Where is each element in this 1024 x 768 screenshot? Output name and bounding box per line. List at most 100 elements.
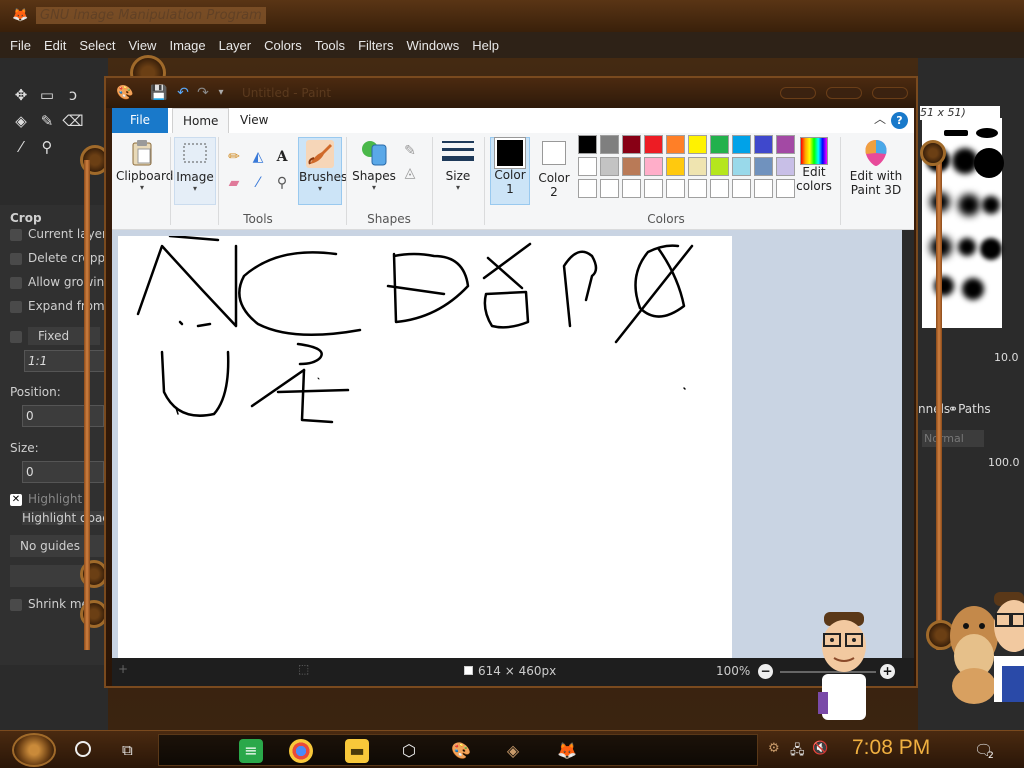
palette-swatch[interactable]	[754, 157, 773, 176]
checkmark-icon[interactable]: ✕	[10, 493, 22, 506]
palette-swatch[interactable]	[754, 179, 773, 198]
delete-cropped-option[interactable]: Delete croppe	[10, 251, 106, 265]
zoom-in-button[interactable]: +	[880, 664, 895, 679]
sheets-icon[interactable]: ≡	[239, 739, 263, 763]
clipboard-button[interactable]: Clipboard ▾	[116, 137, 173, 205]
color-picker-icon[interactable]: ⁄	[10, 136, 32, 158]
palette-swatch[interactable]	[732, 179, 751, 198]
fill-shape-icon[interactable]: ◬	[400, 163, 420, 183]
palette-swatch[interactable]	[688, 157, 707, 176]
start-button[interactable]	[12, 733, 56, 767]
gimp-menu-windows[interactable]: Windows	[406, 38, 459, 53]
app-icon[interactable]: ◈	[501, 739, 525, 763]
edit-with-paint3d-button[interactable]: Edit with Paint 3D	[846, 137, 906, 205]
palette-swatch[interactable]	[732, 135, 751, 154]
gimp-menu-help[interactable]: Help	[472, 38, 499, 53]
chrome-icon[interactable]	[289, 739, 313, 763]
brush-swatch[interactable]	[982, 196, 1000, 214]
palette-swatch[interactable]	[644, 179, 663, 198]
brush-swatch[interactable]	[980, 238, 1002, 260]
clock[interactable]: 7:08 PM	[852, 736, 930, 760]
magnifier-icon[interactable]: ⚲	[272, 173, 292, 193]
palette-swatch[interactable]	[622, 179, 641, 198]
paint-taskbar-icon[interactable]: 🎨	[449, 739, 473, 763]
channels-tab[interactable]: nnels	[918, 402, 950, 416]
guides-dropdown[interactable]: No guides	[10, 535, 106, 557]
close-button[interactable]	[872, 87, 908, 99]
palette-swatch[interactable]	[754, 135, 773, 154]
current-layer-option[interactable]: Current layer o	[10, 227, 106, 241]
rect-select-icon[interactable]: ▭	[36, 84, 58, 106]
gimp-menu-select[interactable]: Select	[79, 38, 115, 53]
palette-swatch[interactable]	[600, 135, 619, 154]
eraser-icon[interactable]: ▰	[224, 173, 244, 193]
shapes-button[interactable]: Shapes ▾	[352, 137, 396, 205]
tab-file[interactable]: File	[112, 108, 168, 133]
edit-colors-button[interactable]: Edit colors	[792, 137, 836, 205]
paths-tab[interactable]: ⚭Paths	[948, 402, 991, 416]
tab-home[interactable]: Home	[172, 108, 230, 133]
color-picker-icon[interactable]: ⁄	[248, 173, 268, 193]
checkbox[interactable]	[10, 300, 22, 313]
palette-swatch[interactable]	[710, 179, 729, 198]
image-button[interactable]: Image ▾	[174, 137, 216, 205]
palette-swatch[interactable]	[644, 135, 663, 154]
drawing-canvas[interactable]	[118, 234, 732, 658]
fixed-option[interactable]: Fixed	[10, 327, 106, 345]
mode-dropdown[interactable]: Normal	[922, 430, 984, 447]
palette-swatch[interactable]	[644, 157, 663, 176]
vertical-scrollbar[interactable]	[902, 230, 914, 658]
brush-swatch[interactable]	[974, 148, 1004, 178]
brush-swatch[interactable]	[958, 194, 980, 216]
palette-swatch[interactable]	[578, 135, 597, 154]
palette-swatch[interactable]	[622, 135, 641, 154]
maximize-button[interactable]	[826, 87, 862, 99]
gimp-menu-tools[interactable]: Tools	[315, 38, 345, 53]
color1-button[interactable]: Color 1	[490, 137, 530, 205]
brush-swatch[interactable]	[944, 130, 968, 136]
allow-growing-option[interactable]: Allow growing	[10, 275, 106, 289]
tray-gear-icon[interactable]: ⚙	[768, 741, 780, 756]
palette-swatch[interactable]	[666, 135, 685, 154]
gimp-menu-colors[interactable]: Colors	[264, 38, 302, 53]
fill-icon[interactable]: ◭	[248, 147, 268, 167]
brush-tool-icon[interactable]: ✎	[36, 110, 58, 132]
zoom-tool-icon[interactable]: ⚲	[36, 136, 58, 158]
search-icon[interactable]	[75, 741, 91, 757]
checkbox[interactable]	[10, 598, 22, 611]
gimp-menu-view[interactable]: View	[129, 38, 157, 53]
palette-swatch[interactable]	[600, 157, 619, 176]
pencil-icon[interactable]: ✏	[224, 147, 244, 167]
help-icon[interactable]: ?	[891, 112, 908, 129]
undo-icon[interactable]: ↶	[174, 84, 192, 102]
size-field[interactable]: 0	[22, 461, 104, 483]
palette-swatch[interactable]	[688, 179, 707, 198]
brush-swatch[interactable]	[958, 238, 976, 256]
save-icon[interactable]: 💾	[150, 84, 168, 102]
palette-swatch[interactable]	[666, 157, 685, 176]
outline-icon[interactable]: ✎	[400, 141, 420, 161]
lasso-icon[interactable]: ↄ	[62, 84, 84, 106]
size-button[interactable]: Size ▾	[438, 137, 478, 205]
file-explorer-icon[interactable]: ▬	[345, 739, 369, 763]
unity-icon[interactable]: ⬡	[397, 739, 421, 763]
palette-swatch[interactable]	[688, 135, 707, 154]
volume-muted-icon[interactable]: 🔇	[812, 741, 828, 756]
ratio-field[interactable]: 1:1	[24, 350, 106, 372]
checkbox[interactable]	[10, 228, 22, 241]
checkbox[interactable]	[10, 330, 22, 343]
palette-swatch[interactable]	[578, 179, 597, 198]
minimize-button[interactable]	[780, 87, 816, 99]
palette-swatch[interactable]	[710, 135, 729, 154]
text-icon[interactable]: A	[272, 147, 292, 167]
checkbox[interactable]	[10, 252, 22, 265]
palette-swatch[interactable]	[622, 157, 641, 176]
tab-view[interactable]: View	[230, 108, 278, 133]
color2-button[interactable]: Color 2	[534, 137, 574, 205]
gimp-menu-file[interactable]: File	[10, 38, 31, 53]
palette-swatch[interactable]	[578, 157, 597, 176]
palette-swatch[interactable]	[666, 179, 685, 198]
palette-swatch[interactable]	[710, 157, 729, 176]
highlight-option[interactable]: ✕ Highlight	[10, 492, 106, 506]
network-icon[interactable]: 🖧	[790, 741, 805, 763]
